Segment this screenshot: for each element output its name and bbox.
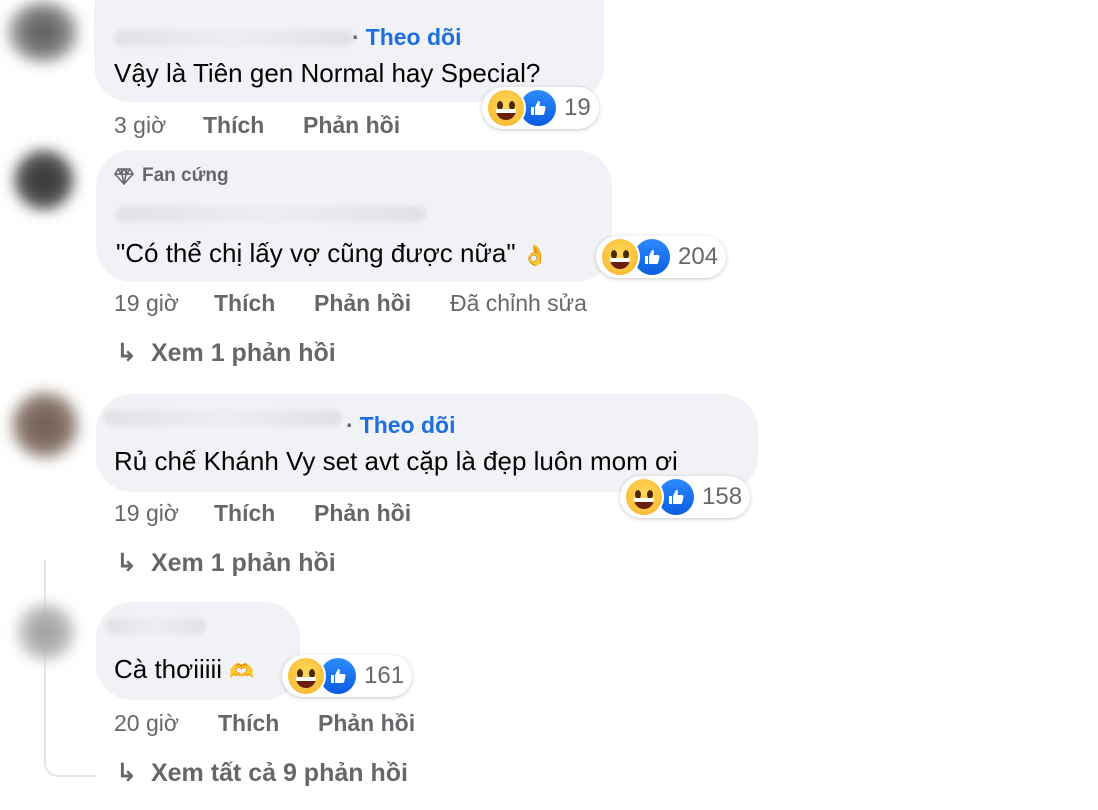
avatar[interactable] xyxy=(8,2,78,62)
comment-text: "Có thể chị lấy vợ cũng được nữa" 👌 xyxy=(116,238,548,269)
comment-text: Vậy là Tiên gen Normal hay Special? xyxy=(114,58,541,88)
reply-arrow-icon: ↳ xyxy=(116,549,137,577)
author-name[interactable] xyxy=(104,410,342,426)
like-button[interactable]: Thích xyxy=(203,112,264,139)
separator-dot: · xyxy=(352,24,360,50)
view-replies-link[interactable]: ↳ Xem 1 phản hồi xyxy=(116,338,336,368)
view-replies-link[interactable]: ↳ Xem 1 phản hồi xyxy=(116,548,336,578)
haha-icon xyxy=(600,237,640,277)
reply-arrow-icon: ↳ xyxy=(116,759,137,787)
reaction-summary[interactable]: 19 xyxy=(482,87,599,129)
comment-bubble: Cà thơiiiii 🫶 xyxy=(96,602,300,700)
comment-text-body: Cà thơiiiii xyxy=(114,654,223,684)
diamond-icon xyxy=(114,167,134,186)
comment-time[interactable]: 19 giờ xyxy=(114,500,179,527)
avatar[interactable] xyxy=(12,392,78,458)
comment-text: Cà thơiiiii 🫶 xyxy=(114,654,254,685)
like-button[interactable]: Thích xyxy=(218,710,279,737)
author-name[interactable] xyxy=(116,206,426,222)
reply-arrow-icon: ↳ xyxy=(116,339,137,367)
reaction-count: 158 xyxy=(702,483,743,510)
follow-label[interactable]: Theo dõi xyxy=(366,24,462,50)
hand-emoji: 👌 xyxy=(522,245,548,267)
reaction-summary[interactable]: 158 xyxy=(620,476,751,518)
follow-link[interactable]: · Theo dõi xyxy=(346,412,456,439)
reply-button[interactable]: Phản hồi xyxy=(303,112,400,139)
like-button[interactable]: Thích xyxy=(214,500,275,527)
view-all-replies-link[interactable]: ↳ Xem tất cả 9 phản hồi xyxy=(116,758,408,788)
reaction-summary[interactable]: 161 xyxy=(282,655,413,697)
reply-button[interactable]: Phản hồi xyxy=(314,290,411,317)
fan-badge: Fan cứng xyxy=(142,165,229,186)
avatar[interactable] xyxy=(18,604,74,660)
heart-hands-emoji: 🫶 xyxy=(229,661,255,683)
follow-link[interactable]: · Theo dõi xyxy=(352,24,462,51)
reaction-count: 161 xyxy=(364,662,405,689)
separator-dot: · xyxy=(346,412,354,438)
author-name[interactable] xyxy=(106,618,206,634)
haha-icon xyxy=(486,88,526,128)
reply-button[interactable]: Phản hồi xyxy=(314,500,411,527)
reaction-count: 204 xyxy=(678,243,719,270)
follow-label[interactable]: Theo dõi xyxy=(360,412,456,438)
haha-icon xyxy=(286,656,326,696)
comment-text-body: "Có thể chị lấy vợ cũng được nữa" xyxy=(116,238,516,268)
view-replies-label[interactable]: Xem 1 phản hồi xyxy=(151,339,336,368)
reply-thread-line xyxy=(44,560,96,777)
avatar[interactable] xyxy=(14,150,74,210)
like-button[interactable]: Thích xyxy=(214,290,275,317)
view-all-replies-label[interactable]: Xem tất cả 9 phản hồi xyxy=(151,759,408,788)
reply-button[interactable]: Phản hồi xyxy=(318,710,415,737)
comment-time[interactable]: 19 giờ xyxy=(114,290,179,317)
reaction-count: 19 xyxy=(564,94,591,121)
reaction-summary[interactable]: 204 xyxy=(596,236,727,278)
badge-row: Fan cứng xyxy=(114,165,229,187)
comment-time[interactable]: 3 giờ xyxy=(114,112,166,139)
edited-label: Đã chỉnh sửa xyxy=(450,290,587,316)
author-name[interactable] xyxy=(114,30,354,46)
comment-bubble: Fan cứng "Có thể chị lấy vợ cũng được nữ… xyxy=(96,150,612,282)
haha-icon xyxy=(624,477,664,517)
view-replies-label[interactable]: Xem 1 phản hồi xyxy=(151,549,336,578)
comment-time[interactable]: 20 giờ xyxy=(114,710,179,737)
comment-text: Rủ chế Khánh Vy set avt cặp là đẹp luôn … xyxy=(114,446,678,476)
